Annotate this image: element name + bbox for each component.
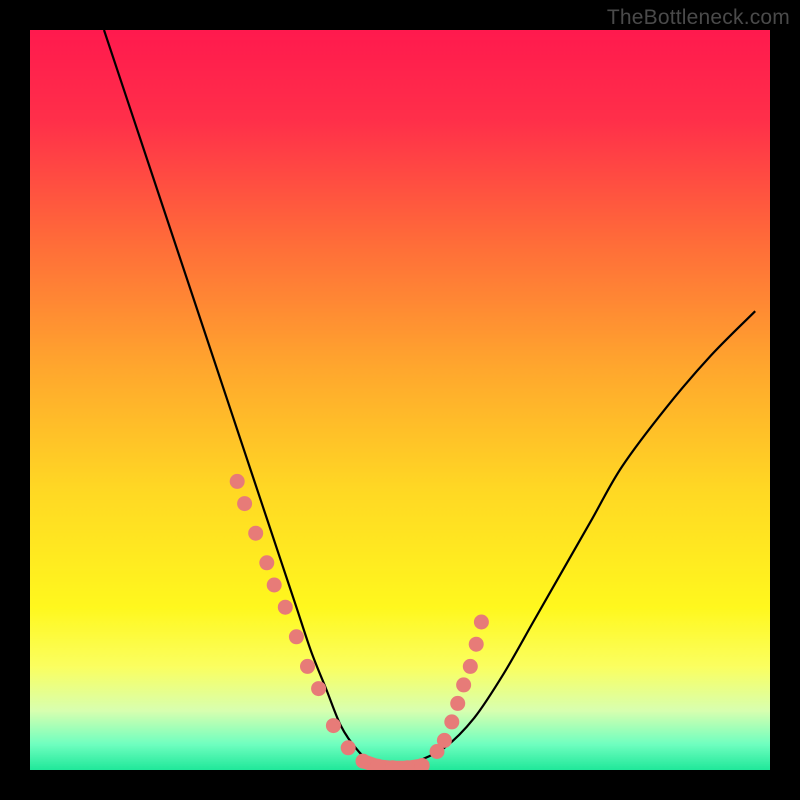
- marker-dot: [437, 733, 452, 748]
- marker-dot: [289, 629, 304, 644]
- marker-dot: [230, 474, 245, 489]
- marker-dot: [278, 600, 293, 615]
- marker-dot: [300, 659, 315, 674]
- marker-dot: [341, 740, 356, 755]
- marker-dot: [474, 615, 489, 630]
- bottleneck-curve-path: [104, 30, 755, 770]
- bottleneck-curve-svg: [30, 30, 770, 770]
- watermark-text: TheBottleneck.com: [607, 6, 790, 30]
- marker-dot: [267, 578, 282, 593]
- marker-dot: [469, 637, 484, 652]
- marker-dot: [463, 659, 478, 674]
- chart-frame: [30, 30, 770, 770]
- marker-dot: [456, 677, 471, 692]
- highlighted-markers: [230, 474, 489, 770]
- marker-dot: [444, 714, 459, 729]
- marker-dot: [248, 526, 263, 541]
- marker-dot: [237, 496, 252, 511]
- marker-dot: [356, 754, 371, 769]
- marker-dot: [259, 555, 274, 570]
- marker-dot: [326, 718, 341, 733]
- marker-dot: [450, 696, 465, 711]
- marker-dot: [311, 681, 326, 696]
